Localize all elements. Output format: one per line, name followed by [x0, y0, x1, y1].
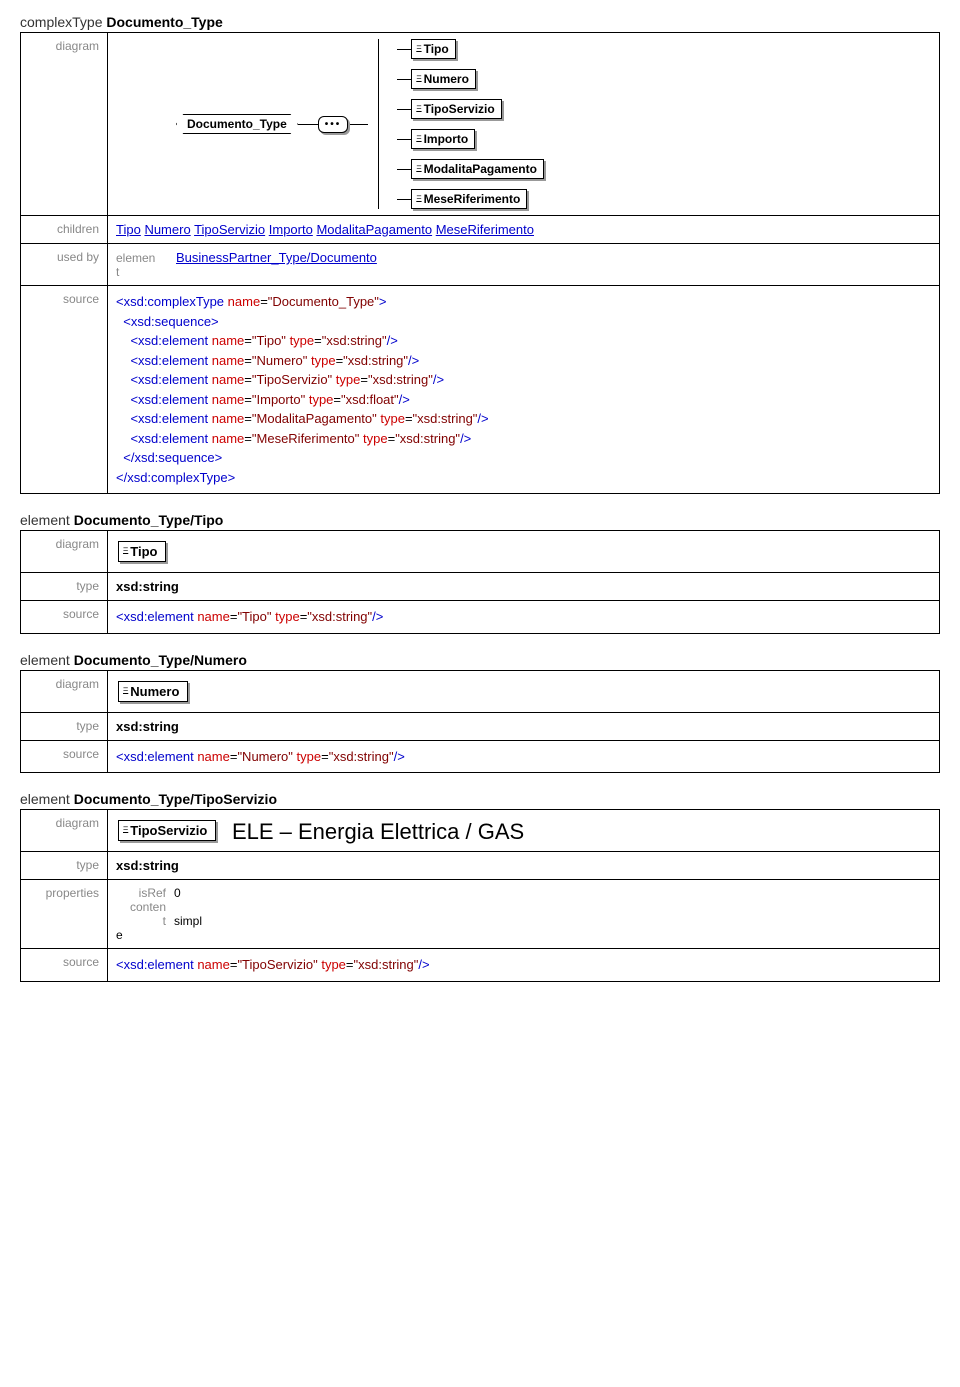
element-node: =Tipo: [118, 541, 166, 562]
diagram-tree: Documento_Type ••• =Tipo =Numero =TipoSe…: [176, 39, 931, 209]
child-link[interactable]: Numero: [144, 222, 190, 237]
source-line: <xsd:element name="Numero" type="xsd:str…: [116, 747, 931, 767]
child-node: =Tipo: [397, 39, 544, 59]
row-label-source: source: [21, 286, 108, 494]
child-link[interactable]: Importo: [269, 222, 313, 237]
diagram-root-node: Documento_Type: [176, 114, 298, 134]
children-cell: Tipo Numero TipoServizio Importo Modalit…: [108, 216, 940, 244]
child-link[interactable]: TipoServizio: [194, 222, 265, 237]
row-label-type: type: [21, 573, 108, 601]
type-cell: xsd:string: [108, 712, 940, 740]
diagram-cell: =TipoServizio ELE – Energia Elettrica / …: [108, 810, 940, 852]
child-node: =Importo: [397, 129, 544, 149]
title-name: Documento_Type/Tipo: [74, 512, 224, 528]
title-name: Documento_Type: [106, 14, 222, 30]
source-line: <xsd:element name="Numero" type="xsd:str…: [116, 351, 931, 371]
source-line: <xsd:element name="TipoServizio" type="x…: [116, 370, 931, 390]
source-line: <xsd:element name="Tipo" type="xsd:strin…: [116, 331, 931, 351]
source-line: <xsd:element name="MeseRiferimento" type…: [116, 429, 931, 449]
title-name: Documento_Type/Numero: [74, 652, 247, 668]
section-title-element: element Documento_Type/Tipo: [20, 512, 950, 528]
properties-cell: isRef0 conten tsimpl e: [108, 880, 940, 949]
row-label-diagram: diagram: [21, 810, 108, 852]
section-title-element: element Documento_Type/TipoServizio: [20, 791, 950, 807]
usedby-kind: elemen t: [116, 251, 176, 279]
row-label-children: children: [21, 216, 108, 244]
children-row: children Tipo Numero TipoServizio Import…: [21, 216, 940, 244]
title-prefix: element: [20, 512, 70, 528]
child-link[interactable]: MeseRiferimento: [436, 222, 534, 237]
row-label-source: source: [21, 949, 108, 982]
type-cell: xsd:string: [108, 852, 940, 880]
row-label-source: source: [21, 601, 108, 634]
row-label-diagram: diagram: [21, 531, 108, 573]
title-prefix: element: [20, 791, 70, 807]
diagram-note: ELE – Energia Elettrica / GAS: [232, 819, 524, 845]
diagram-row: diagram Documento_Type ••• =Tipo =Numero…: [21, 33, 940, 216]
source-line: <xsd:element name="ModalitaPagamento" ty…: [116, 409, 931, 429]
source-line: <xsd:sequence>: [116, 312, 931, 332]
source-cell: <xsd:complexType name="Documento_Type"> …: [108, 286, 940, 494]
prop-key: conten t: [116, 900, 166, 928]
row-label-properties: properties: [21, 880, 108, 949]
source-cell: <xsd:element name="Tipo" type="xsd:strin…: [108, 601, 940, 634]
child-node: =TipoServizio: [397, 99, 544, 119]
title-prefix: complexType: [20, 14, 102, 30]
source-line: </xsd:sequence>: [116, 448, 931, 468]
source-cell: <xsd:element name="TipoServizio" type="x…: [108, 949, 940, 982]
element-table-tipo: diagram =Tipo type xsd:string source <xs…: [20, 530, 940, 634]
child-node: =ModalitaPagamento: [397, 159, 544, 179]
source-line: <xsd:element name="Importo" type="xsd:fl…: [116, 390, 931, 410]
title-name: Documento_Type/TipoServizio: [74, 791, 277, 807]
children-column: =Tipo =Numero =TipoServizio =Importo =Mo…: [378, 39, 544, 209]
sequence-node: •••: [318, 116, 349, 133]
usedby-cell: elemen t BusinessPartner_Type/Documento: [108, 244, 940, 286]
usedby-row: used by elemen t BusinessPartner_Type/Do…: [21, 244, 940, 286]
element-table-tiposervizio: diagram =TipoServizio ELE – Energia Elet…: [20, 809, 940, 982]
prop-key: isRef: [116, 886, 166, 900]
connector: [298, 124, 318, 125]
section-title-element: element Documento_Type/Numero: [20, 652, 950, 668]
child-node: =Numero: [397, 69, 544, 89]
title-prefix: element: [20, 652, 70, 668]
source-line: <xsd:element name="TipoServizio" type="x…: [116, 955, 931, 975]
diagram-cell: =Tipo: [108, 531, 940, 573]
child-node: =MeseRiferimento: [397, 189, 544, 209]
section-title-complexType: complexType Documento_Type: [20, 14, 950, 30]
source-line: <xsd:element name="Tipo" type="xsd:strin…: [116, 607, 931, 627]
source-cell: <xsd:element name="Numero" type="xsd:str…: [108, 740, 940, 773]
prop-val: 0: [174, 886, 181, 900]
diagram-cell: =Numero: [108, 670, 940, 712]
type-cell: xsd:string: [108, 573, 940, 601]
source-line: </xsd:complexType>: [116, 468, 931, 488]
row-label-usedby: used by: [21, 244, 108, 286]
element-table-numero: diagram =Numero type xsd:string source <…: [20, 670, 940, 774]
element-node: =TipoServizio: [118, 820, 216, 841]
row-label-type: type: [21, 852, 108, 880]
element-node: =Numero: [118, 681, 188, 702]
source-row: source <xsd:complexType name="Documento_…: [21, 286, 940, 494]
row-label-diagram: diagram: [21, 33, 108, 216]
diagram-cell: Documento_Type ••• =Tipo =Numero =TipoSe…: [108, 33, 940, 216]
row-label-diagram: diagram: [21, 670, 108, 712]
row-label-source: source: [21, 740, 108, 773]
source-line: <xsd:complexType name="Documento_Type">: [116, 292, 931, 312]
complexType-table: diagram Documento_Type ••• =Tipo =Numero…: [20, 32, 940, 494]
child-link[interactable]: ModalitaPagamento: [316, 222, 432, 237]
connector: [348, 124, 368, 125]
usedby-link[interactable]: BusinessPartner_Type/Documento: [176, 250, 377, 265]
row-label-type: type: [21, 712, 108, 740]
child-link[interactable]: Tipo: [116, 222, 141, 237]
